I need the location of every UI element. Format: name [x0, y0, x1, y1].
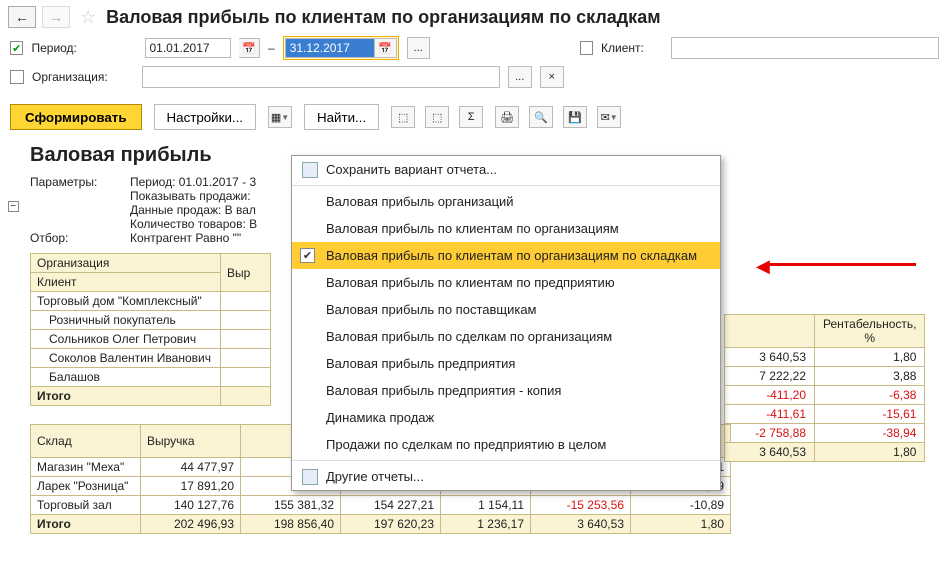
report-table-1: Организация Выр Клиент Торговый дом "Ком… [30, 253, 271, 406]
col-warehouse: Склад [31, 425, 141, 458]
generate-button[interactable]: Сформировать [10, 104, 142, 130]
menu-item[interactable]: Валовая прибыль предприятия [292, 350, 720, 377]
calendar-icon[interactable]: 📅 [375, 38, 397, 58]
date-from-input[interactable]: 01.01.2017 [145, 38, 231, 58]
menu-item[interactable]: Валовая прибыль по сделкам по организаци… [292, 323, 720, 350]
table-row: Сольников Олег Петрович [31, 330, 271, 349]
period-label: Период: [31, 41, 76, 55]
params-label: Параметры: [30, 175, 130, 231]
collapse-button[interactable]: ⬚ [425, 106, 449, 128]
client-checkbox[interactable] [580, 41, 593, 55]
table-row: Балашов [31, 368, 271, 387]
date-dash: – [268, 41, 275, 55]
menu-item[interactable]: Валовая прибыль по клиентам по организац… [292, 215, 720, 242]
org-label: Организация: [32, 70, 108, 84]
client-input[interactable] [671, 37, 939, 59]
menu-item-selected[interactable]: ✔Валовая прибыль по клиентам по организа… [292, 242, 720, 269]
filter-label: Отбор: [30, 231, 130, 245]
table-row: Соколов Валентин Иванович [31, 349, 271, 368]
param-line: Период: 01.01.2017 - 3 [130, 175, 257, 189]
table-total-row: Итого [31, 387, 271, 406]
menu-item[interactable]: Валовая прибыль организаций [292, 188, 720, 215]
page-title: Валовая прибыль по клиентам по организац… [106, 7, 660, 28]
date-to-input[interactable]: 31.12.2017 [285, 38, 375, 58]
annotation-arrow: ◀ [758, 255, 928, 273]
org-input[interactable] [142, 66, 500, 88]
param-line: Показывать продажи: [130, 189, 257, 203]
table-row: Розничный покупатель [31, 311, 271, 330]
col-org: Организация [31, 254, 221, 273]
table-total-row: Итого202 496,93198 856,40197 620,231 236… [31, 515, 731, 534]
report-table-1-right: Рентабельность, % 3 640,531,80 7 222,223… [724, 314, 925, 462]
calendar-icon[interactable]: 📅 [239, 38, 260, 58]
period-more-button[interactable]: ... [407, 37, 430, 59]
param-line: Данные продаж: В вал [130, 203, 257, 217]
find-button[interactable]: Найти... [304, 104, 379, 130]
menu-item[interactable]: Валовая прибыль по клиентам по предприят… [292, 269, 720, 296]
mail-icon[interactable]: ✉▼ [597, 106, 621, 128]
nav-back-button[interactable]: ← [8, 6, 36, 28]
collapse-toggle[interactable]: − [8, 201, 19, 212]
col-rev: Выручка [141, 425, 241, 458]
menu-save-variant[interactable]: Сохранить вариант отчета... [292, 156, 720, 183]
menu-item[interactable]: Динамика продаж [292, 404, 720, 431]
favorite-star-icon[interactable]: ☆ [80, 7, 96, 28]
period-checkbox[interactable]: ✔ [10, 41, 23, 55]
report-variant-menu: Сохранить вариант отчета... Валовая приб… [291, 155, 721, 491]
variants-dropdown-button[interactable]: ▦▼ [268, 106, 292, 128]
print-icon[interactable]: 🖨 [495, 106, 519, 128]
menu-item[interactable]: Валовая прибыль по поставщикам [292, 296, 720, 323]
org-checkbox[interactable] [10, 70, 24, 84]
expand-button[interactable]: ⬚ [391, 106, 415, 128]
col-client: Клиент [31, 273, 221, 292]
client-label: Клиент: [601, 41, 644, 55]
table-row: Торговый зал140 127,76155 381,32154 227,… [31, 496, 731, 515]
save-icon[interactable]: 💾 [563, 106, 587, 128]
preview-icon[interactable]: 🔍 [529, 106, 553, 128]
settings-button[interactable]: Настройки... [154, 104, 256, 130]
table-row: Торговый дом "Комплексный" [31, 292, 271, 311]
org-clear-button[interactable]: × [540, 66, 564, 88]
menu-item[interactable]: Продажи по сделкам по предприятию в цело… [292, 431, 720, 458]
filter-value: Контрагент Равно "" [130, 231, 241, 245]
col-rev: Выр [221, 254, 271, 292]
param-line: Количество товаров: В [130, 217, 257, 231]
org-more-button[interactable]: ... [508, 66, 532, 88]
nav-fwd-button[interactable]: → [42, 6, 70, 28]
menu-other-reports[interactable]: Другие отчеты... [292, 463, 720, 490]
check-icon: ✔ [300, 248, 315, 263]
sum-button[interactable]: Σ [459, 106, 483, 128]
menu-item[interactable]: Валовая прибыль предприятия - копия [292, 377, 720, 404]
